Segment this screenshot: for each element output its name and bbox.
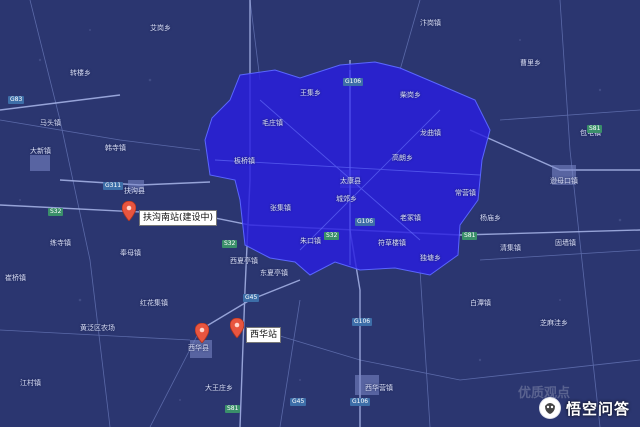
place-label: 柴岗乡 [400, 91, 421, 99]
place-label: 黄泛区农场 [80, 324, 115, 332]
place-label: 韩寺镇 [105, 144, 126, 152]
map-canvas[interactable]: 大新镇 韩寺镇 扶沟县 太康县 西华县 逊母口镇 西华营镇 城郊乡 王集乡 柴岗… [0, 0, 640, 427]
place-label: 常营镇 [455, 189, 476, 197]
place-label: 王集乡 [300, 89, 321, 97]
marker-callout[interactable]: 扶沟南站(建设中) [139, 210, 218, 226]
place-label: 大王庄乡 [205, 384, 233, 392]
place-label: 毛庄镇 [262, 119, 283, 127]
place-label: 城郊乡 [336, 195, 357, 203]
place-label: 转楼乡 [70, 69, 91, 77]
place-label: 龙曲镇 [420, 129, 441, 137]
place-label: 大新镇 [30, 147, 51, 155]
road-shield: G106 [350, 398, 371, 406]
road-shield: G83 [8, 96, 25, 104]
watermark: 悟空问答 [538, 397, 630, 419]
road-shield: S32 [324, 232, 340, 240]
road-shield: G311 [103, 182, 124, 190]
wukong-logo-icon [538, 397, 561, 419]
place-label: 清集镇 [500, 244, 521, 252]
place-label: 江村镇 [20, 379, 41, 387]
place-label: 板桥镇 [234, 157, 255, 165]
road-shield: S81 [462, 232, 478, 240]
place-label: 逊母口镇 [550, 177, 578, 185]
road-shield: G45 [243, 294, 260, 302]
road-shield: G106 [355, 218, 376, 226]
place-label: 扶沟县 [124, 187, 145, 195]
place-label: 西华县 [188, 344, 209, 352]
marker-callout[interactable]: 西华站 [246, 327, 282, 343]
place-label: 朱口镇 [300, 237, 321, 245]
place-label: 太康县 [340, 177, 361, 185]
place-label: 汴岗镇 [420, 19, 441, 27]
place-label: 练寺镇 [50, 239, 71, 247]
place-label: 曹里乡 [520, 59, 541, 67]
place-label: 符草楼镇 [378, 239, 406, 247]
place-label: 崔桥镇 [5, 274, 26, 282]
place-label: 杨庙乡 [480, 214, 501, 222]
place-label: 张集镇 [270, 204, 291, 212]
road-shield: G45 [290, 398, 307, 406]
place-label: 奉母镇 [120, 249, 141, 257]
road-shield: G106 [343, 78, 364, 86]
place-label: 老冢镇 [400, 214, 421, 222]
road-shield: S32 [48, 208, 64, 216]
place-label: 独塘乡 [420, 254, 441, 262]
road-shield: S81 [587, 125, 603, 133]
place-label: 固墙镇 [555, 239, 576, 247]
place-label: 白潭镇 [470, 299, 491, 307]
place-label: 艾岗乡 [150, 24, 171, 32]
place-label: 东夏亭镇 [260, 269, 288, 277]
road-shield: G106 [352, 318, 373, 326]
road-shield: S81 [225, 405, 241, 413]
watermark-text: 悟空问答 [565, 399, 630, 418]
place-label: 红花集镇 [140, 299, 168, 307]
map-pin-icon[interactable] [122, 201, 136, 221]
place-label: 马头镇 [40, 119, 61, 127]
place-label: 西夏亭镇 [230, 257, 258, 265]
map-pin-icon[interactable] [195, 323, 209, 343]
map-base-layer [0, 0, 640, 427]
highlighted-county-region[interactable] [204, 61, 491, 276]
map-pin-icon[interactable] [230, 318, 244, 338]
place-label: 芝麻洼乡 [540, 319, 568, 327]
road-shield: S32 [222, 240, 238, 248]
place-label: 西华营镇 [365, 384, 393, 392]
place-label: 高朗乡 [392, 154, 413, 162]
